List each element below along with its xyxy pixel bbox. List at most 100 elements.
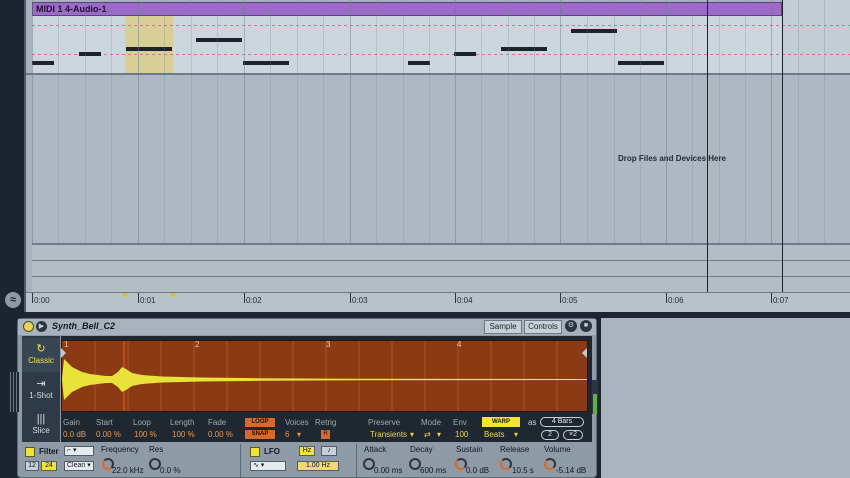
env-value[interactable]: 100 xyxy=(455,430,468,439)
preview-play-icon[interactable]: ▶ xyxy=(36,321,47,332)
half-tempo-button[interactable]: 2 xyxy=(541,430,559,440)
length-label: Length xyxy=(170,418,195,427)
snap-button[interactable]: SNAP xyxy=(245,430,275,439)
filter-24-button[interactable]: 24 xyxy=(41,461,57,471)
mode-dropdown-icon[interactable]: ▾ xyxy=(437,430,441,439)
warp-button[interactable]: WARP xyxy=(482,417,520,427)
as-label: as xyxy=(528,418,537,427)
decay-value: 600 ms xyxy=(420,466,447,475)
ruler-label: 0:03 xyxy=(352,296,368,305)
tab-sample[interactable]: Sample xyxy=(484,320,522,334)
drop-area[interactable] xyxy=(32,75,850,243)
midi-note[interactable] xyxy=(126,47,172,51)
wave-ruler-label: 4 xyxy=(457,340,462,349)
midi-note[interactable] xyxy=(618,61,664,65)
mode-classic[interactable]: ↻ Classic xyxy=(22,338,60,372)
mode-label: Classic xyxy=(28,356,54,365)
start-label: Start xyxy=(96,418,113,427)
frequency-value: 22.0 kHz xyxy=(112,466,144,475)
wave-ruler-label: 3 xyxy=(326,340,331,349)
ruler-tick xyxy=(244,293,245,303)
empty-device-area[interactable] xyxy=(601,318,850,478)
retrig-label: Retrig xyxy=(315,418,337,427)
lfo-sync-button[interactable]: ♪ xyxy=(321,446,337,456)
midi-note[interactable] xyxy=(32,61,54,65)
fade-label: Fade xyxy=(208,418,227,427)
filter-circuit-select[interactable]: Clean ▾ xyxy=(64,461,94,471)
double-tempo-button[interactable]: ×2 xyxy=(563,430,583,440)
ruler-tick xyxy=(560,293,561,303)
return-track-lane[interactable] xyxy=(32,245,850,260)
lfo-toggle[interactable] xyxy=(250,447,260,457)
return-track-lane[interactable] xyxy=(32,261,850,276)
filter-12-button[interactable]: 12 xyxy=(25,461,39,471)
ruler-label: 0:04 xyxy=(457,296,473,305)
ruler-label: 0:05 xyxy=(562,296,578,305)
arrow-right-icon: ⇥ xyxy=(36,378,46,390)
midi-note[interactable] xyxy=(196,38,242,42)
start-value[interactable]: 0.00 % xyxy=(96,430,121,439)
midi-note[interactable] xyxy=(408,61,430,65)
midi-note[interactable] xyxy=(454,52,476,56)
sustain-value: 0.0 dB xyxy=(466,466,490,475)
mode-one-shot[interactable]: ⇥ 1-Shot xyxy=(22,373,60,407)
bars-select[interactable]: 4 Bars xyxy=(540,417,584,427)
lfo-hz-button[interactable]: Hz xyxy=(299,446,315,456)
release-knob[interactable] xyxy=(500,458,512,470)
ruler-tick xyxy=(771,293,772,303)
fade-value[interactable]: 0.00 % xyxy=(208,430,233,439)
filter-circuit-value: Clean xyxy=(67,462,86,469)
voices-value[interactable]: 6 xyxy=(285,430,289,439)
clip-header[interactable]: MIDI 1 4-Audio-1 xyxy=(32,2,782,16)
beats-select[interactable]: Beats xyxy=(484,430,504,439)
ruler-label: 0:00 xyxy=(34,296,50,305)
sample-start-marker[interactable] xyxy=(61,348,66,358)
voices-dropdown-icon[interactable]: ▾ xyxy=(297,430,301,439)
midi-note[interactable] xyxy=(571,29,617,33)
loop-start-marker[interactable] xyxy=(122,293,128,298)
sample-end-marker[interactable] xyxy=(582,348,587,358)
sustain-label: Sustain xyxy=(456,445,483,454)
warp-mode-select[interactable]: ⇄ xyxy=(424,430,431,439)
ruler-label: 0:06 xyxy=(668,296,684,305)
tab-controls[interactable]: Controls xyxy=(524,320,562,334)
length-value[interactable]: 100 % xyxy=(172,430,195,439)
midi-note[interactable] xyxy=(79,52,101,56)
filter-type-select[interactable]: ⌐ ▾ xyxy=(64,446,94,456)
mode-slice[interactable]: ||| Slice xyxy=(22,408,60,442)
loop-end-marker[interactable] xyxy=(170,293,176,298)
loop-icon: ↻ xyxy=(36,343,46,355)
frequency-label: Frequency xyxy=(101,445,139,454)
loop-brace-line xyxy=(32,25,850,26)
sine-wave-icon: ∿ ▾ xyxy=(253,462,265,469)
follow-icon[interactable]: ≈ xyxy=(5,292,21,308)
save-icon[interactable]: ■ xyxy=(580,320,592,332)
lfo-rate-value[interactable]: 1.00 Hz xyxy=(297,461,339,471)
ruler-tick xyxy=(455,293,456,303)
preserve-dropdown-icon[interactable]: ▾ xyxy=(410,430,414,439)
device-drag-handle[interactable] xyxy=(8,372,19,412)
master-track-lane[interactable] xyxy=(32,277,850,292)
volume-label: Volume xyxy=(544,445,571,454)
playhead[interactable] xyxy=(707,0,708,292)
lfo-wave-select[interactable]: ∿ ▾ xyxy=(250,461,286,471)
beats-dropdown-icon[interactable]: ▾ xyxy=(514,430,518,439)
section-divider xyxy=(356,444,357,478)
filter-toggle[interactable] xyxy=(25,447,35,457)
mode-label: Mode xyxy=(421,418,442,427)
gain-value[interactable]: 0.0 dB xyxy=(63,430,86,439)
release-value: 10.5 s xyxy=(512,466,534,475)
decay-label: Decay xyxy=(410,445,433,454)
level-meter xyxy=(592,380,598,414)
volume-value: -5.14 dB xyxy=(556,466,587,475)
retrig-button[interactable]: R xyxy=(321,430,330,439)
preserve-select[interactable]: Transients xyxy=(370,430,407,439)
loop-button[interactable]: LOOP xyxy=(245,418,275,427)
midi-note[interactable] xyxy=(243,61,289,65)
device-on-toggle[interactable] xyxy=(23,321,34,332)
wrench-icon[interactable]: ⚙ xyxy=(565,320,577,332)
clip-name: MIDI 1 4-Audio-1 xyxy=(36,4,107,14)
volume-knob[interactable] xyxy=(544,458,556,470)
loop-value[interactable]: 100 % xyxy=(134,430,157,439)
mode-label: Slice xyxy=(32,426,50,435)
